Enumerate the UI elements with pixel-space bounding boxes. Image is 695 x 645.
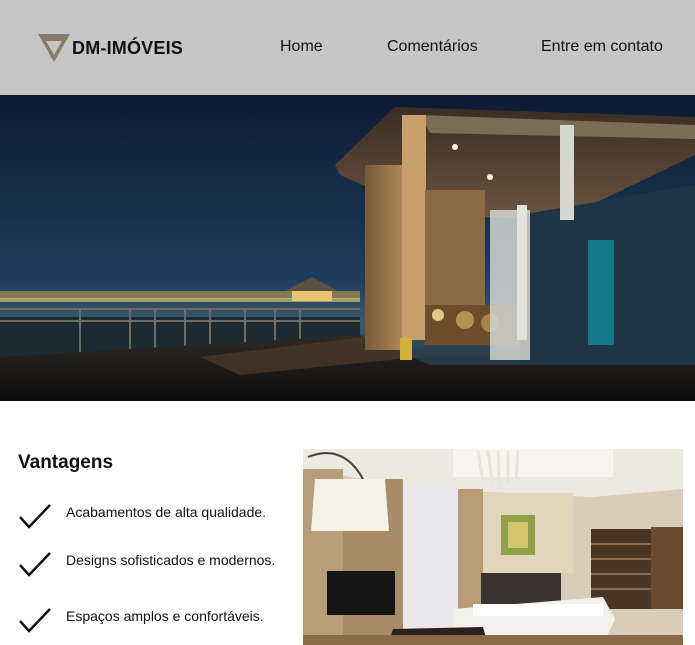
site-header: DM-IMÓVEIS Home Comentários Entre em con… bbox=[0, 0, 695, 95]
checkmark-icon bbox=[19, 504, 51, 529]
nav-contact-link[interactable]: Entre em contato bbox=[541, 38, 663, 56]
hero-illustration bbox=[0, 95, 695, 401]
advantage-text: Espaços amplos e confortáveis. bbox=[66, 608, 264, 624]
checkmark-icon bbox=[19, 552, 51, 577]
interior-illustration bbox=[303, 449, 683, 645]
advantages-title: Vantagens bbox=[18, 452, 114, 473]
triangle-logo-icon bbox=[38, 34, 70, 62]
checkmark-icon bbox=[19, 608, 51, 633]
advantage-text: Designs sofisticados e modernos. bbox=[66, 552, 276, 568]
advantage-text: Acabamentos de alta qualidade. bbox=[66, 504, 267, 520]
brand-logo[interactable]: DM-IMÓVEIS bbox=[38, 32, 183, 64]
brand-name: DM-IMÓVEIS bbox=[72, 37, 184, 58]
nav-comments-link[interactable]: Comentários bbox=[387, 38, 478, 56]
nav-home-link[interactable]: Home bbox=[280, 38, 323, 56]
hero-image bbox=[0, 95, 695, 401]
interior-image bbox=[303, 449, 683, 645]
